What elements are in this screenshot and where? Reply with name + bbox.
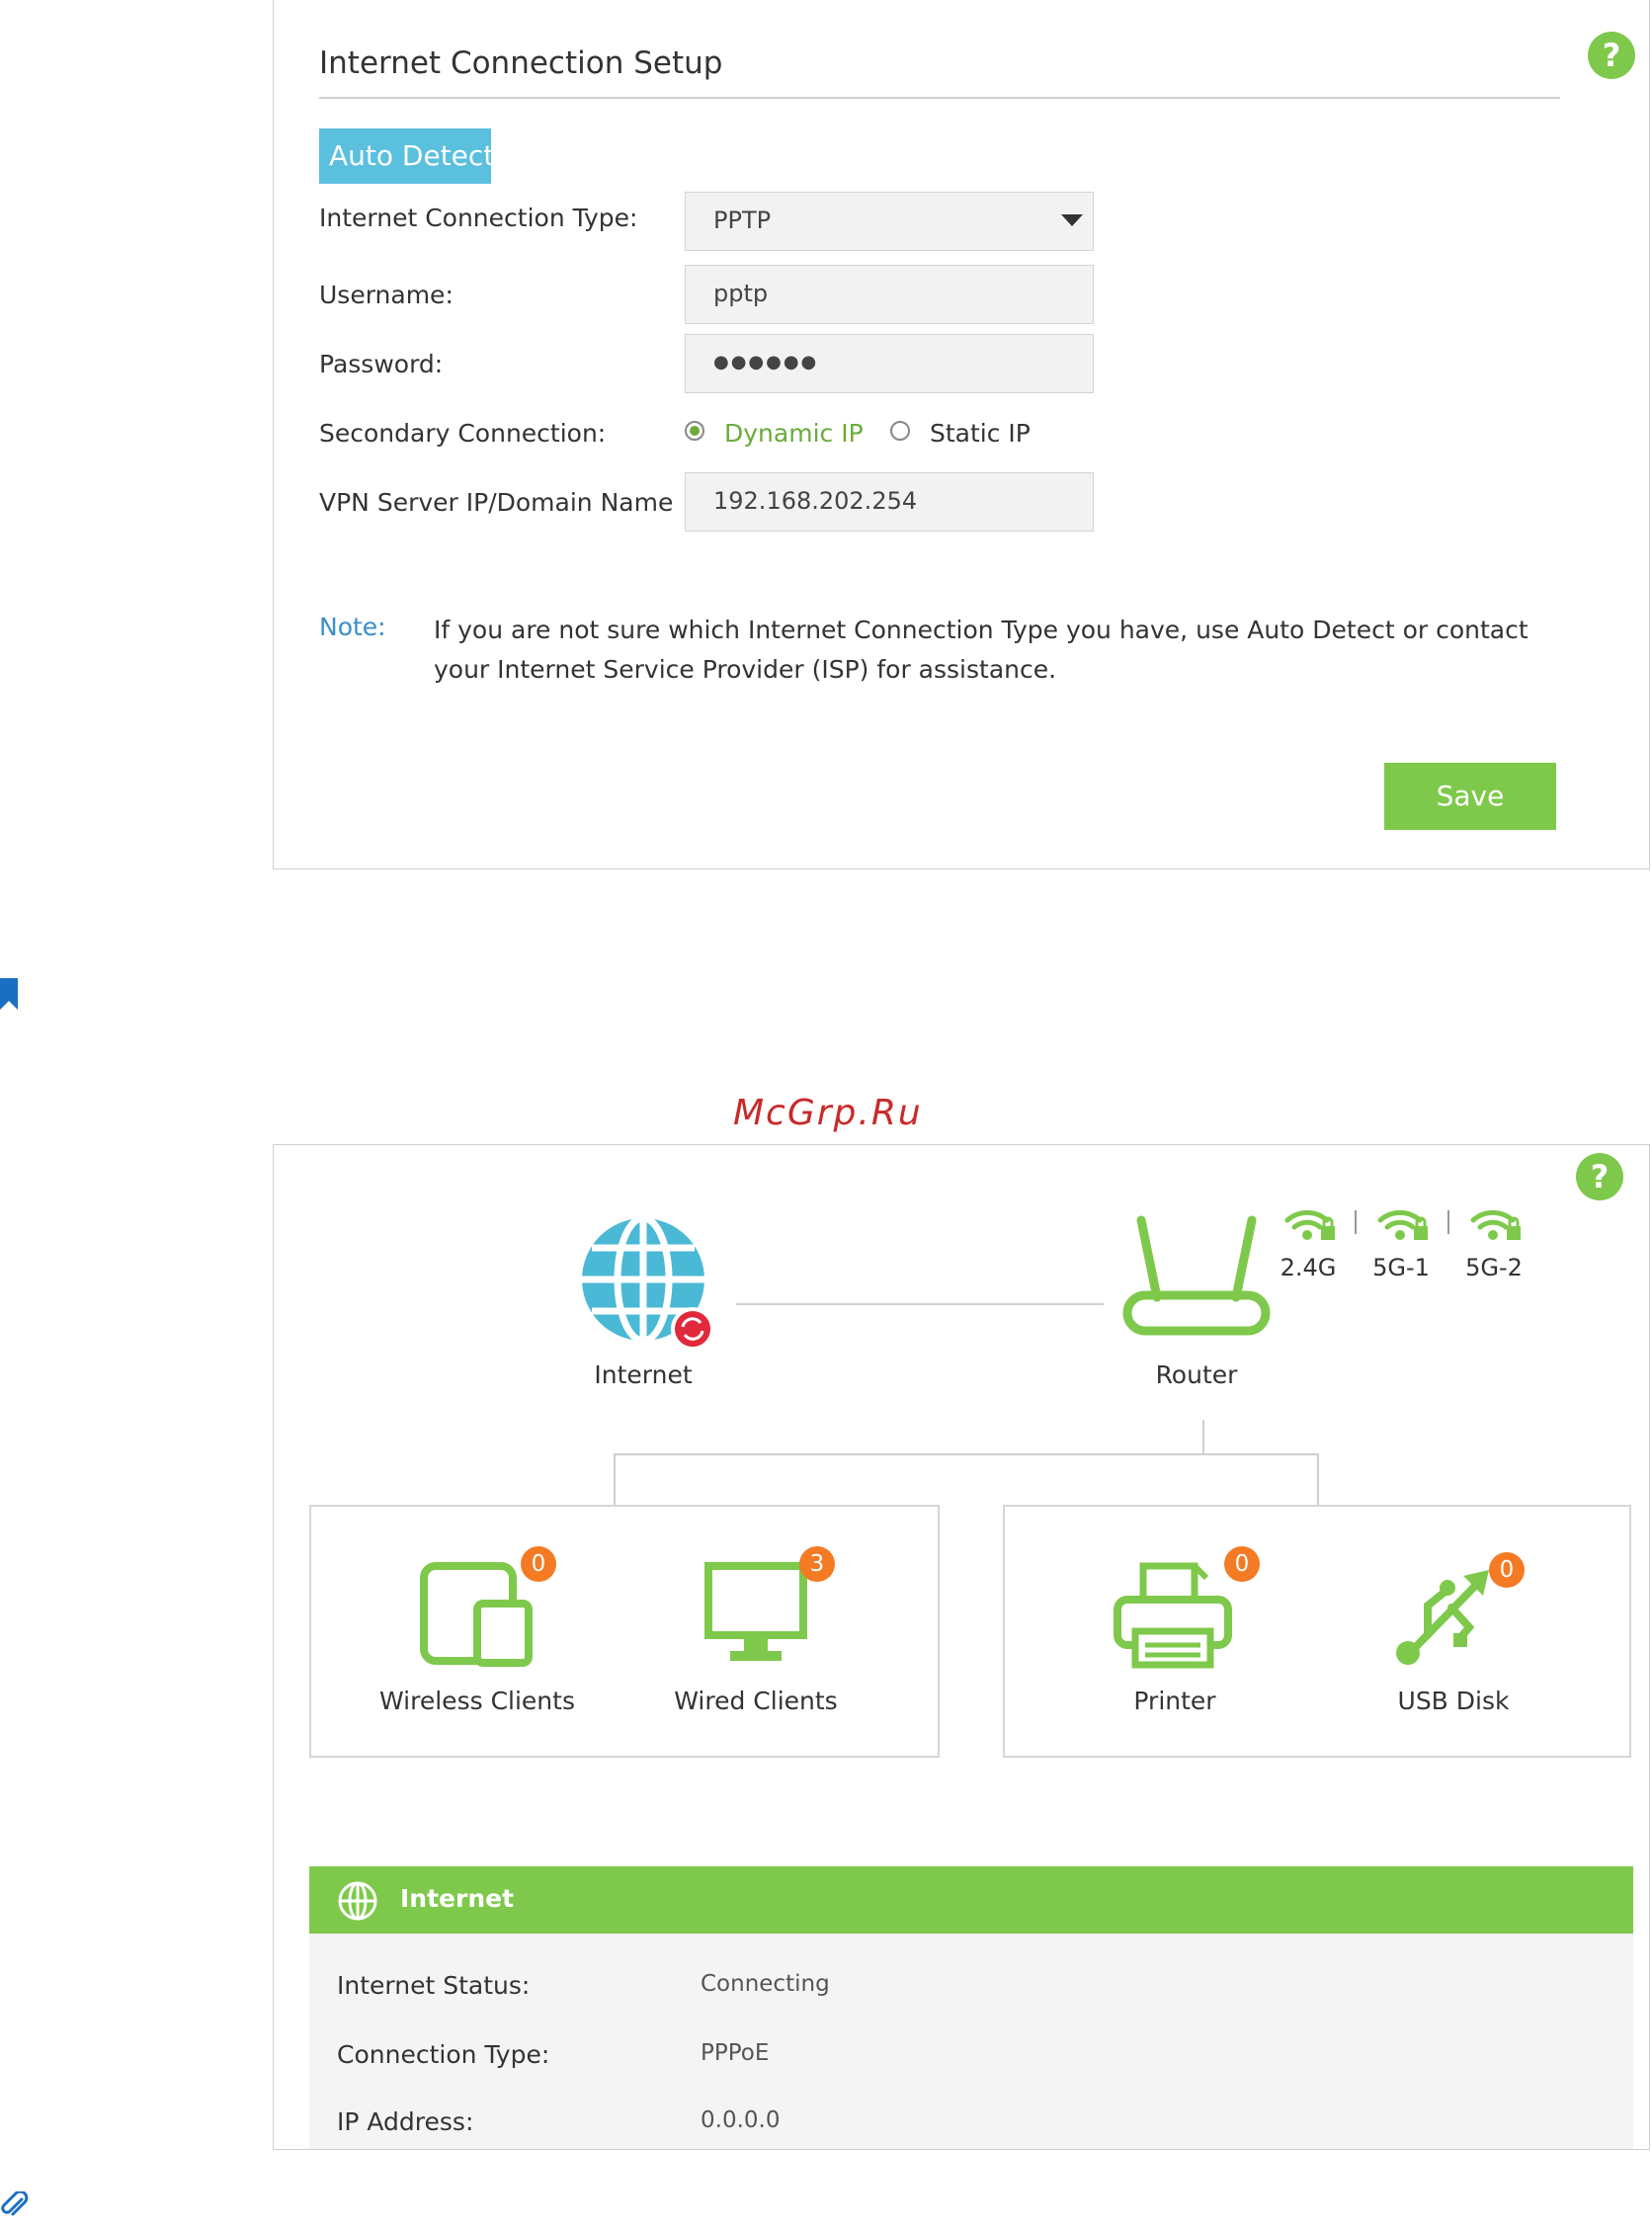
connection-type-label: Internet Connection Type: xyxy=(319,204,638,232)
wifi-lock-icon[interactable] xyxy=(1376,1204,1430,1244)
static-ip-label[interactable]: Static IP xyxy=(930,419,1031,448)
router-icon[interactable] xyxy=(1121,1212,1272,1341)
peripherals-box: 0 Printer 0 USB Disk xyxy=(1003,1505,1631,1758)
wifi-lock-icon[interactable] xyxy=(1469,1204,1523,1244)
auto-detect-button[interactable]: Auto Detect xyxy=(319,128,491,184)
connection-type-value: PPTP xyxy=(713,206,772,234)
bookmark-icon[interactable] xyxy=(0,978,18,1010)
connection-line xyxy=(736,1303,1104,1305)
password-label: Password: xyxy=(319,350,444,378)
username-input[interactable]: pptp xyxy=(685,265,1094,324)
wifi-lock-icon[interactable] xyxy=(1283,1204,1337,1244)
save-button[interactable]: Save xyxy=(1384,763,1556,830)
title-divider xyxy=(319,97,1560,99)
wired-clients-badge: 3 xyxy=(799,1546,835,1582)
internet-status-title: Internet xyxy=(400,1884,515,1913)
usb-icon[interactable] xyxy=(1394,1562,1497,1665)
printer-icon[interactable] xyxy=(1114,1562,1232,1669)
tree-connector xyxy=(614,1453,616,1505)
wireless-clients-icon[interactable] xyxy=(420,1562,535,1667)
internet-node-label: Internet xyxy=(594,1361,693,1389)
help-icon: ? xyxy=(1590,1158,1610,1196)
wired-clients-icon[interactable] xyxy=(704,1562,807,1665)
dynamic-ip-label[interactable]: Dynamic IP xyxy=(724,419,864,448)
wireless-clients-label[interactable]: Wireless Clients xyxy=(369,1687,586,1715)
section-title: Internet Connection Setup xyxy=(319,45,723,81)
tree-connector xyxy=(1317,1453,1319,1505)
static-ip-radio[interactable] xyxy=(890,421,910,441)
band-2-4g-label[interactable]: 2.4G xyxy=(1274,1254,1343,1281)
status-row-value: 0.0.0.0 xyxy=(701,2107,781,2133)
connection-type-select[interactable]: PPTP xyxy=(685,192,1094,251)
watermark: McGrp.Ru xyxy=(733,1093,923,1133)
username-label: Username: xyxy=(319,281,454,309)
internet-connection-setup-panel: ? Internet Connection Setup Auto Detect … xyxy=(273,0,1650,869)
status-row-label: IP Address: xyxy=(337,2107,474,2136)
band-5g-1-label[interactable]: 5G-1 xyxy=(1366,1254,1436,1281)
globe-icon xyxy=(338,1881,377,1921)
status-row-value: Connecting xyxy=(701,1971,830,1997)
vpn-server-input[interactable]: 192.168.202.254 xyxy=(685,472,1094,532)
secondary-connection-label: Secondary Connection: xyxy=(319,419,607,448)
router-node-label: Router xyxy=(1155,1361,1238,1389)
internet-status-header: Internet xyxy=(309,1866,1633,1934)
help-button[interactable]: ? xyxy=(1576,1153,1623,1200)
password-input[interactable]: ●●●●●● xyxy=(685,334,1094,393)
band-divider xyxy=(1447,1210,1449,1234)
printer-badge: 0 xyxy=(1224,1546,1260,1582)
help-button[interactable]: ? xyxy=(1588,32,1635,79)
paperclip-icon[interactable] xyxy=(0,2191,30,2221)
note-text: If you are not sure which Internet Conne… xyxy=(434,616,1528,684)
tree-connector xyxy=(614,1453,1317,1455)
band-divider xyxy=(1355,1210,1357,1234)
usb-disk-badge: 0 xyxy=(1489,1552,1525,1588)
band-5g-2-label[interactable]: 5G-2 xyxy=(1459,1254,1528,1281)
wired-clients-label[interactable]: Wired Clients xyxy=(647,1687,865,1715)
note-label: Note: xyxy=(319,613,386,641)
printer-label[interactable]: Printer xyxy=(1066,1687,1283,1715)
chevron-down-icon xyxy=(1061,214,1083,226)
network-map-panel: ? Internet Router 2.4G 5G-1 5G-2 0 Wirel… xyxy=(273,1144,1650,2150)
status-row-label: Internet Status: xyxy=(337,1971,531,2000)
clients-box: 0 Wireless Clients 3 Wired Clients xyxy=(309,1505,940,1758)
tree-connector xyxy=(1202,1420,1204,1453)
usb-disk-label[interactable]: USB Disk xyxy=(1345,1687,1562,1715)
dynamic-ip-radio[interactable] xyxy=(685,421,704,441)
help-icon: ? xyxy=(1602,37,1621,74)
globe-icon[interactable] xyxy=(574,1210,722,1359)
vpn-server-label: VPN Server IP/Domain Name xyxy=(319,488,674,517)
internet-status-body: Internet Status: Connecting Connection T… xyxy=(309,1934,1633,2149)
status-row-value: PPPoE xyxy=(701,2040,770,2066)
status-row-label: Connection Type: xyxy=(337,2040,550,2069)
wireless-clients-badge: 0 xyxy=(521,1546,556,1582)
